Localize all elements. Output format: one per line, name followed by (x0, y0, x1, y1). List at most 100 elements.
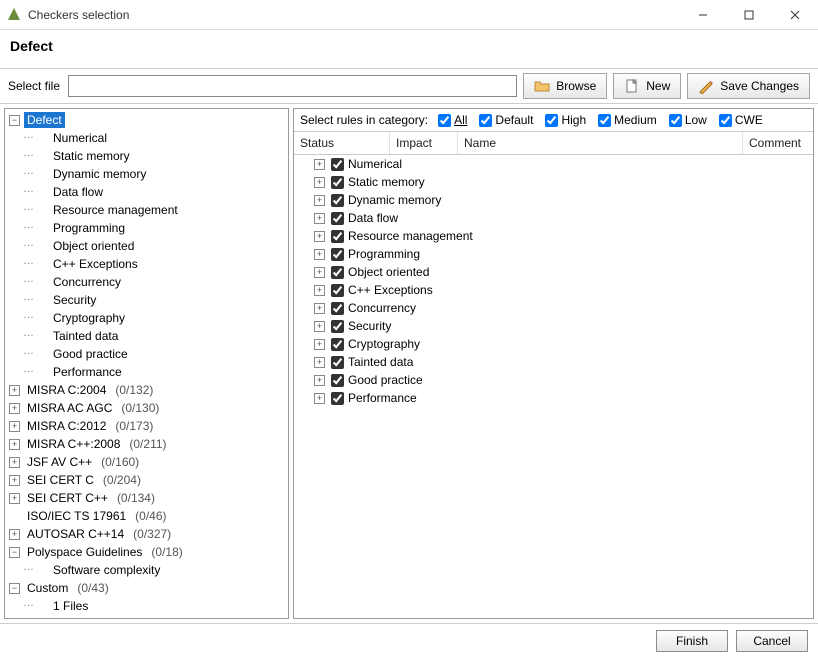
finish-button[interactable]: Finish (656, 630, 728, 652)
tree-item[interactable]: +MISRA AC AGC(0/130) (5, 399, 288, 417)
expand-toggle-icon[interactable]: + (9, 457, 20, 468)
tree-child-item[interactable]: Tainted data (5, 327, 288, 345)
rule-checkbox[interactable] (331, 266, 344, 279)
save-changes-button[interactable]: Save Changes (687, 73, 810, 99)
rule-row[interactable]: +Good practice (294, 371, 813, 389)
filter-cwe[interactable]: CWE (719, 113, 763, 127)
rule-checkbox[interactable] (331, 284, 344, 297)
tree-child-item[interactable]: C++ Exceptions (5, 255, 288, 273)
rule-row[interactable]: +Numerical (294, 155, 813, 173)
rule-checkbox[interactable] (331, 374, 344, 387)
filter-checkbox[interactable] (438, 114, 451, 127)
browse-button[interactable]: Browse (523, 73, 607, 99)
expand-toggle-icon[interactable]: − (9, 583, 20, 594)
tree-child-item[interactable]: Resource management (5, 201, 288, 219)
expand-toggle-icon[interactable]: + (314, 339, 325, 350)
rule-row[interactable]: +Object oriented (294, 263, 813, 281)
tree-child-item[interactable]: Cryptography (5, 309, 288, 327)
filter-medium[interactable]: Medium (598, 113, 657, 127)
tree-item[interactable]: +MISRA C:2004(0/132) (5, 381, 288, 399)
rule-checkbox[interactable] (331, 248, 344, 261)
tree-item[interactable]: −Custom(0/43) (5, 579, 288, 597)
rule-checkbox[interactable] (331, 320, 344, 333)
col-status[interactable]: Status (294, 132, 390, 154)
rule-checkbox[interactable] (331, 212, 344, 225)
maximize-button[interactable] (726, 0, 772, 30)
tree-item[interactable]: ISO/IEC TS 17961(0/46) (5, 507, 288, 525)
rule-row[interactable]: +Programming (294, 245, 813, 263)
rule-row[interactable]: +Resource management (294, 227, 813, 245)
filter-default[interactable]: Default (479, 113, 533, 127)
tree-child-item[interactable]: Object oriented (5, 237, 288, 255)
rule-checkbox[interactable] (331, 302, 344, 315)
tree-child-item[interactable]: Numerical (5, 129, 288, 147)
filter-checkbox[interactable] (545, 114, 558, 127)
expand-toggle-icon[interactable]: + (9, 385, 20, 396)
expand-toggle-icon[interactable]: + (314, 357, 325, 368)
rule-checkbox[interactable] (331, 230, 344, 243)
rule-checkbox[interactable] (331, 356, 344, 369)
expand-toggle-icon[interactable]: + (314, 249, 325, 260)
expand-toggle-icon[interactable]: + (314, 303, 325, 314)
tree-child-item[interactable]: Static memory (5, 147, 288, 165)
rule-row[interactable]: +Performance (294, 389, 813, 407)
filter-high[interactable]: High (545, 113, 586, 127)
expand-toggle-icon[interactable]: + (314, 231, 325, 242)
tree-child-item[interactable]: Programming (5, 219, 288, 237)
expand-toggle-icon[interactable]: + (314, 177, 325, 188)
rule-checkbox[interactable] (331, 194, 344, 207)
tree-child-item[interactable]: Performance (5, 363, 288, 381)
tree-item[interactable]: −Defect(310/310) (5, 111, 288, 129)
tree-child-item[interactable]: Dynamic memory (5, 165, 288, 183)
expand-toggle-icon[interactable]: + (9, 403, 20, 414)
rule-row[interactable]: +C++ Exceptions (294, 281, 813, 299)
expand-toggle-icon[interactable]: + (9, 493, 20, 504)
tree-child-item[interactable]: Good practice (5, 345, 288, 363)
expand-toggle-icon[interactable]: + (314, 321, 325, 332)
col-impact[interactable]: Impact (390, 132, 458, 154)
tree-child-item[interactable]: Data flow (5, 183, 288, 201)
tree-item[interactable]: +JSF AV C++(0/160) (5, 453, 288, 471)
tree-item[interactable]: −Polyspace Guidelines(0/18) (5, 543, 288, 561)
tree-child-item[interactable]: Software complexity (5, 561, 288, 579)
rule-row[interactable]: +Security (294, 317, 813, 335)
rule-checkbox[interactable] (331, 392, 344, 405)
col-name[interactable]: Name (458, 132, 743, 154)
rule-row[interactable]: +Tainted data (294, 353, 813, 371)
tree-child-item[interactable]: Concurrency (5, 273, 288, 291)
filter-all[interactable]: All (438, 113, 467, 127)
expand-toggle-icon[interactable]: + (314, 213, 325, 224)
rule-row[interactable]: +Cryptography (294, 335, 813, 353)
expand-toggle-icon[interactable]: − (9, 547, 20, 558)
rule-row[interactable]: +Data flow (294, 209, 813, 227)
rule-row[interactable]: +Static memory (294, 173, 813, 191)
tree-item[interactable]: +SEI CERT C(0/204) (5, 471, 288, 489)
expand-toggle-icon[interactable]: + (9, 421, 20, 432)
minimize-button[interactable] (680, 0, 726, 30)
tree-child-item[interactable]: 1 Files (5, 597, 288, 615)
filter-checkbox[interactable] (669, 114, 682, 127)
tree-item[interactable]: +AUTOSAR C++14(0/327) (5, 525, 288, 543)
filter-checkbox[interactable] (598, 114, 611, 127)
tree-item[interactable]: +SEI CERT C++(0/134) (5, 489, 288, 507)
tree-item[interactable]: +MISRA C:2012(0/173) (5, 417, 288, 435)
new-button[interactable]: New (613, 73, 681, 99)
rule-checkbox[interactable] (331, 176, 344, 189)
filter-low[interactable]: Low (669, 113, 707, 127)
filter-checkbox[interactable] (719, 114, 732, 127)
expand-toggle-icon[interactable]: + (314, 375, 325, 386)
rule-checkbox[interactable] (331, 338, 344, 351)
expand-toggle-icon[interactable]: − (9, 115, 20, 126)
file-path-input[interactable] (68, 75, 517, 97)
expand-toggle-icon[interactable]: + (314, 393, 325, 404)
expand-toggle-icon[interactable]: + (9, 439, 20, 450)
col-comment[interactable]: Comment (743, 132, 813, 154)
expand-toggle-icon[interactable]: + (314, 159, 325, 170)
cancel-button[interactable]: Cancel (736, 630, 808, 652)
rule-row[interactable]: +Dynamic memory (294, 191, 813, 209)
rule-checkbox[interactable] (331, 158, 344, 171)
expand-toggle-icon[interactable]: + (314, 267, 325, 278)
expand-toggle-icon[interactable]: + (9, 475, 20, 486)
expand-toggle-icon[interactable]: + (314, 285, 325, 296)
tree-item[interactable]: +MISRA C++:2008(0/211) (5, 435, 288, 453)
